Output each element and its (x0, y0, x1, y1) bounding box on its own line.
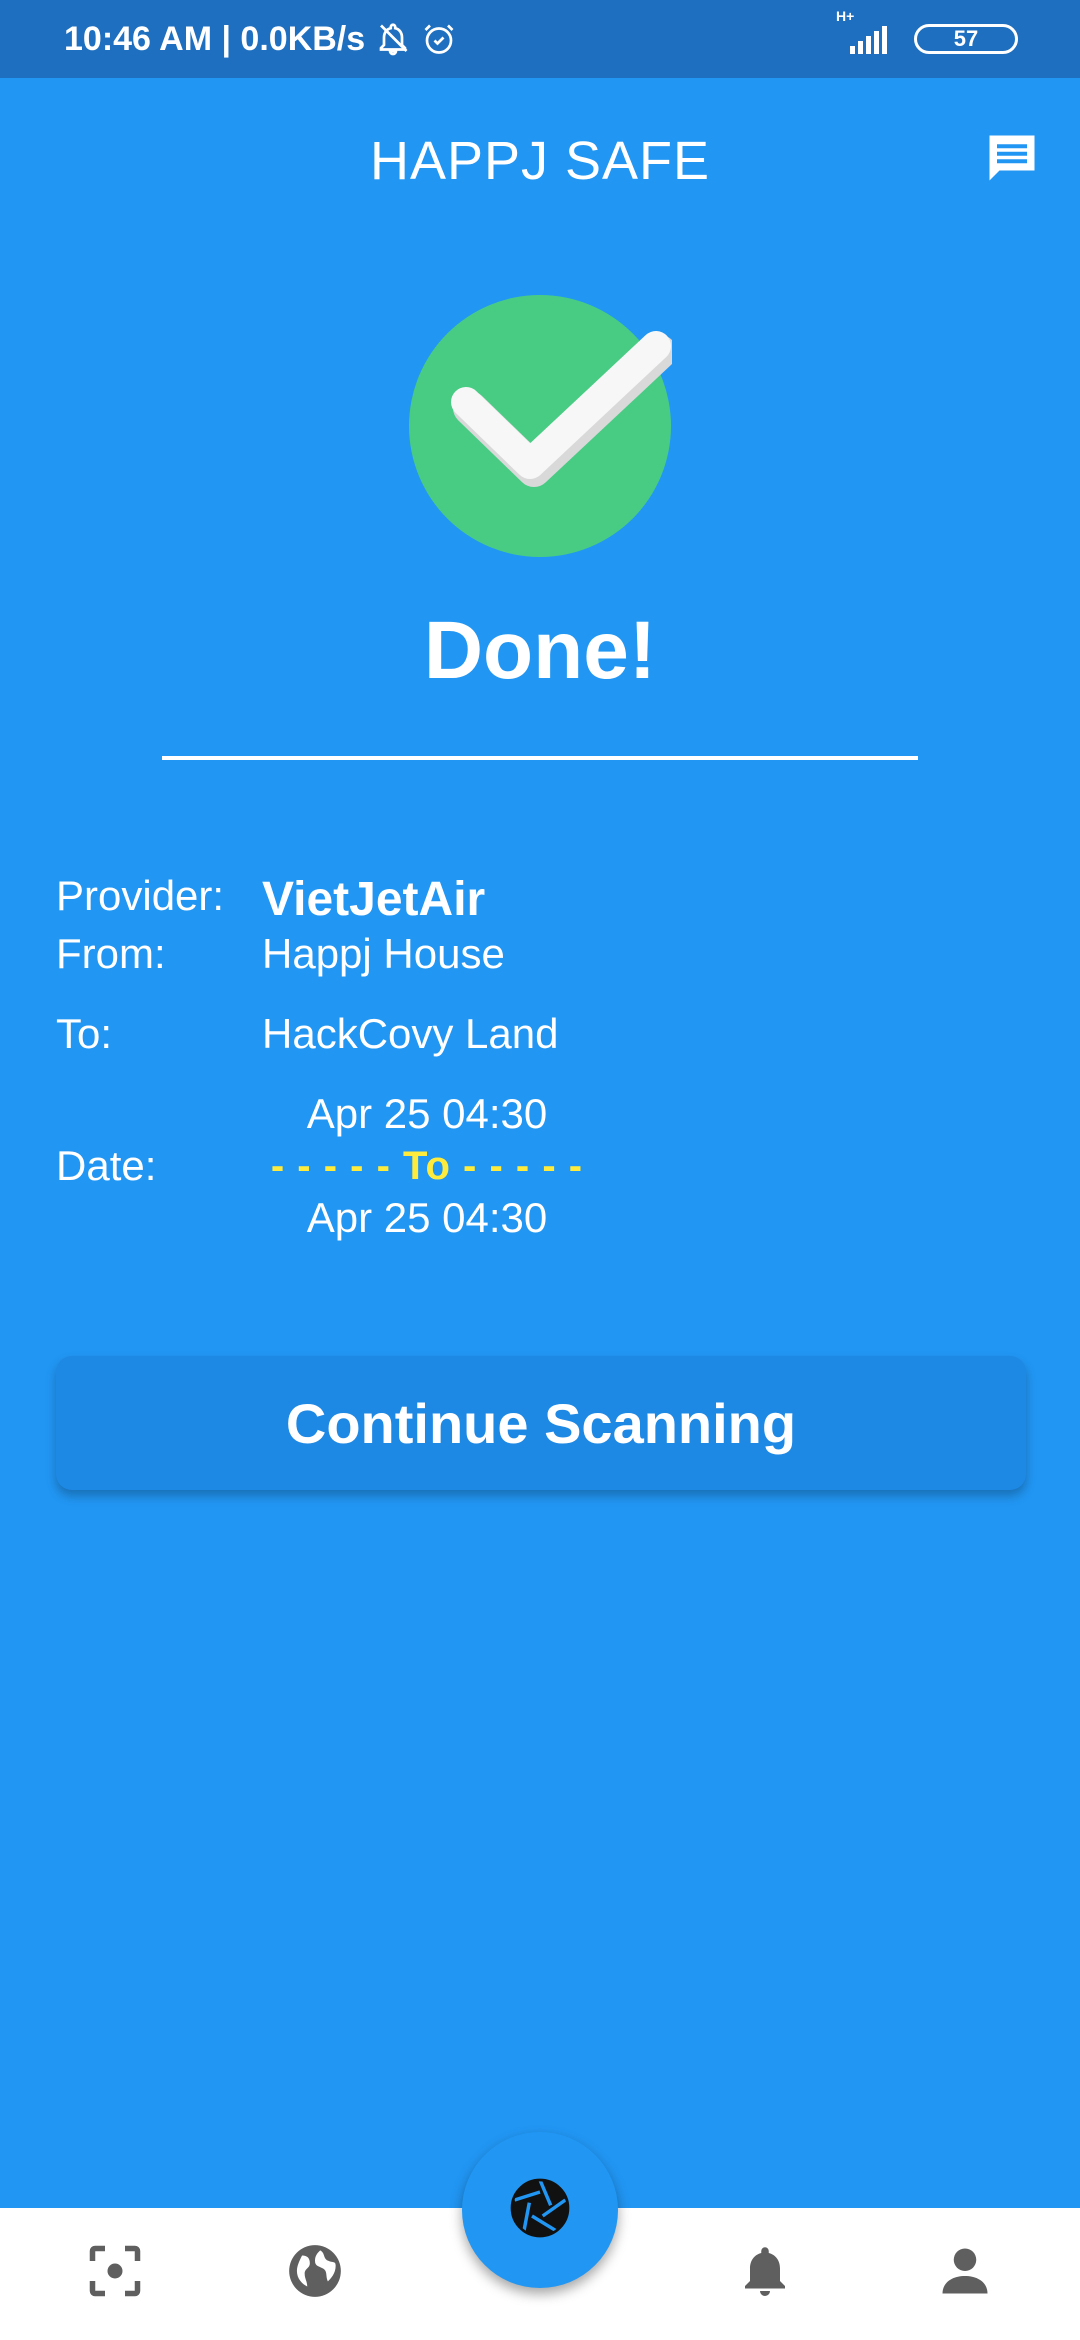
notification-bell-icon (735, 2241, 795, 2306)
network-type: H+ (836, 8, 855, 24)
from-label: From: (56, 930, 166, 977)
camera-shutter-icon (508, 2176, 572, 2245)
continue-scanning-button[interactable]: Continue Scanning (56, 1356, 1026, 1490)
divider (162, 756, 918, 760)
date-label: Date: (56, 1142, 157, 1189)
status-time: 10:46 AM | 0.0KB/s (64, 19, 366, 58)
alarm-icon (421, 21, 457, 57)
app-header: HAPPJ SAFE (0, 78, 1080, 238)
nav-scan[interactable] (80, 2238, 150, 2308)
nav-globe[interactable] (280, 2238, 350, 2308)
signal-icon: H+ (836, 8, 896, 56)
profile-icon (935, 2241, 995, 2306)
date-start: Apr 25 04:30 (306, 1090, 548, 1137)
from-value: Happj House (262, 930, 505, 977)
provider-label: Provider: (56, 872, 225, 919)
done-title: Done! (423, 605, 657, 696)
status-left: 10:46 AM | 0.0KB/s (64, 0, 457, 78)
date-separator: - - - - - To - - - - - (270, 1144, 584, 1188)
nav-profile[interactable] (930, 2238, 1000, 2308)
battery-indicator: 57 (914, 24, 1018, 54)
status-bar: 10:46 AM | 0.0KB/s H+ 57 (0, 0, 1080, 78)
app-title: HAPPJ SAFE (369, 131, 711, 191)
chat-icon[interactable] (982, 128, 1042, 188)
status-right: H+ 57 (836, 0, 1018, 78)
nav-notifications[interactable] (730, 2238, 800, 2308)
to-value: HackCovy Land (262, 1010, 559, 1057)
date-end: Apr 25 04:30 (306, 1194, 548, 1241)
scan-icon (85, 2241, 145, 2306)
to-label: To: (56, 1010, 113, 1057)
provider-value: VietJetAir (262, 873, 486, 926)
camera-fab-button[interactable] (462, 2132, 618, 2288)
bell-off-icon (375, 21, 411, 57)
globe-icon (284, 2240, 346, 2307)
check-circle-icon (408, 294, 677, 558)
